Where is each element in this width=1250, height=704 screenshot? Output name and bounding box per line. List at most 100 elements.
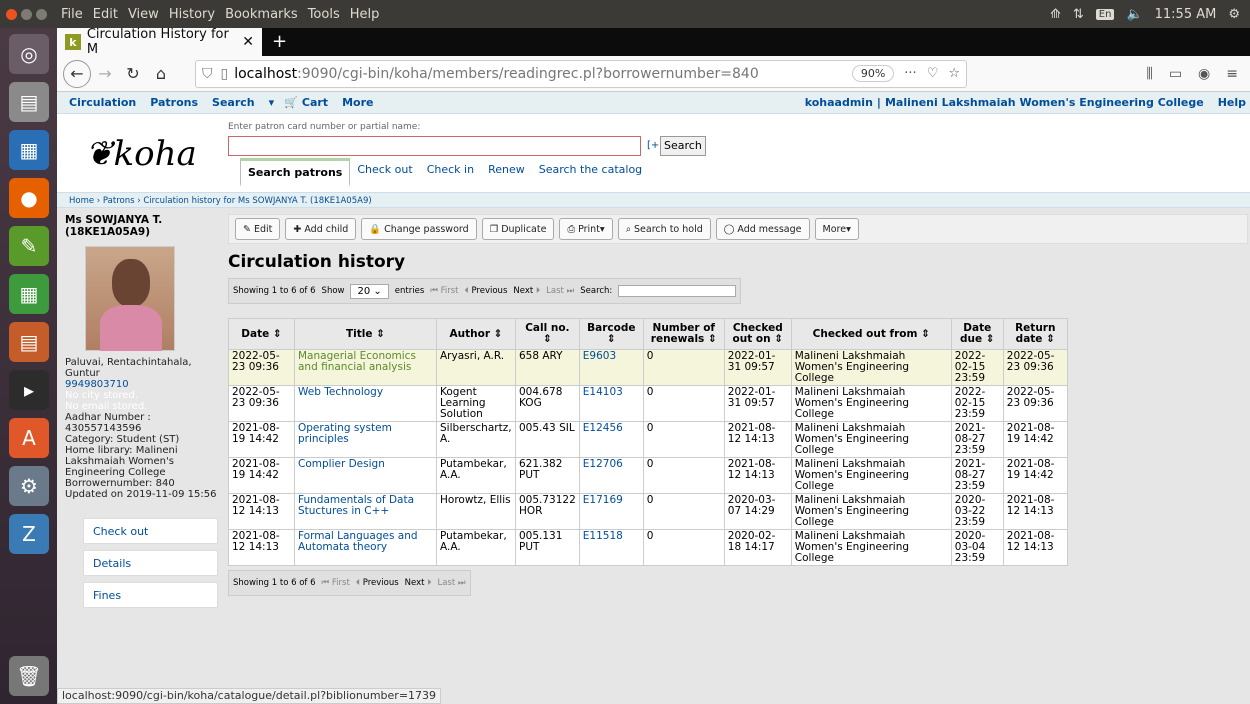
tab-search-patrons[interactable]: Search patrons <box>240 158 351 187</box>
settings-gear-icon[interactable]: ⚙ <box>1228 7 1240 22</box>
col-return-date[interactable]: Return date ⇕ <box>1002 318 1068 350</box>
title-link[interactable]: Managerial Economics and financial analy… <box>298 350 416 373</box>
title-link[interactable]: Operating system principles <box>298 422 392 445</box>
edit-button[interactable]: ✎ Edit <box>235 218 281 240</box>
col-date[interactable]: Date ⇕ <box>228 318 295 350</box>
add-child-button[interactable]: ✚ Add child <box>285 218 357 240</box>
menu-edit[interactable]: Edit <box>93 7 118 22</box>
reload-icon[interactable]: ↻ <box>119 60 147 88</box>
barcode-link[interactable]: E9603 <box>583 350 616 362</box>
barcode-link[interactable]: E11518 <box>583 530 623 542</box>
keyboard-layout[interactable]: En <box>1095 8 1115 20</box>
close-tab-icon[interactable]: ✕ <box>242 34 254 50</box>
menu-help[interactable]: Help <box>350 7 380 22</box>
page-actions-icon[interactable]: ··· <box>904 66 916 81</box>
new-tab-icon[interactable]: + <box>272 31 287 52</box>
sidenav-fines[interactable]: Fines <box>83 582 218 608</box>
sidebar-icon[interactable]: ▭ <box>1169 66 1182 82</box>
library-icon[interactable]: ⫼ <box>1146 66 1152 82</box>
barcode-link[interactable]: E17169 <box>583 494 623 506</box>
first-page-button[interactable]: ⏮ First <box>430 286 458 296</box>
col-call-no[interactable]: Call no. ⇕ <box>515 318 580 350</box>
breadcrumb-patrons[interactable]: Patrons <box>103 196 135 206</box>
col-date-due[interactable]: Date due ⇕ <box>950 318 1004 350</box>
browser-tab[interactable]: k Circulation History for M ✕ <box>57 27 262 57</box>
presentation-icon[interactable]: ▤ <box>9 322 49 362</box>
col-checked-out-on[interactable]: Checked out on ⇕ <box>723 318 792 350</box>
system-settings-icon[interactable]: ⚙ <box>9 466 49 506</box>
menu-bookmarks[interactable]: Bookmarks <box>225 7 298 22</box>
logged-in-user[interactable]: kohaadmin <box>805 96 873 109</box>
sidenav-check-out[interactable]: Check out <box>83 518 218 544</box>
nav-cart[interactable]: Cart <box>302 96 328 109</box>
nav-search[interactable]: Search <box>212 96 255 109</box>
zoom-level[interactable]: 90% <box>851 65 895 82</box>
col-author[interactable]: Author ⇕ <box>436 318 516 350</box>
title-link[interactable]: Web Technology <box>298 386 383 398</box>
leaf-app-icon[interactable]: ✎ <box>9 226 49 266</box>
menu-history[interactable]: History <box>169 7 215 22</box>
tab-search-catalog[interactable]: Search the catalog <box>532 158 649 187</box>
change-password-button[interactable]: 🔒 Change password <box>361 218 477 240</box>
search-button[interactable]: Search <box>660 136 706 156</box>
spreadsheet-icon[interactable]: ▦ <box>9 274 49 314</box>
menu-tools[interactable]: Tools <box>308 7 340 22</box>
next-page-button[interactable]: Next ⏵ <box>513 286 540 296</box>
account-icon[interactable]: ◉ <box>1198 66 1210 82</box>
software-center-icon[interactable]: A <box>9 418 49 458</box>
title-link[interactable]: Formal Languages and Automata theory <box>298 530 418 553</box>
tab-check-in[interactable]: Check in <box>420 158 481 187</box>
sidenav-details[interactable]: Details <box>83 550 218 576</box>
home-icon[interactable]: ⌂ <box>147 60 175 88</box>
duplicate-button[interactable]: ❐ Duplicate <box>481 218 555 240</box>
patron-phone[interactable]: 9949803710 <box>65 379 221 390</box>
bookmark-star-icon[interactable]: ☆ <box>948 66 960 81</box>
col-barcode[interactable]: Barcode ⇕ <box>578 318 644 350</box>
last-page-button-bottom[interactable]: Last ⏭ <box>437 578 465 588</box>
title-link[interactable]: Fundamentals of Data Stuctures in C++ <box>298 494 414 517</box>
barcode-link[interactable]: E12456 <box>583 422 623 434</box>
entries-select[interactable]: 20 ⌄ <box>350 283 389 299</box>
trash-icon[interactable]: 🗑 <box>9 656 49 696</box>
col-checked-out-from[interactable]: Checked out from ⇕ <box>790 318 952 350</box>
tab-check-out[interactable]: Check out <box>350 158 419 187</box>
menu-file[interactable]: File <box>61 7 83 22</box>
terminal-icon[interactable]: ▸ <box>9 370 49 410</box>
page-info-icon[interactable]: ▯ <box>221 66 229 82</box>
shield-icon[interactable]: ⛉ <box>202 66 213 82</box>
nav-more[interactable]: More <box>342 96 373 109</box>
col-title[interactable]: Title ⇕ <box>294 318 437 350</box>
first-page-button-bottom[interactable]: ⏮ First <box>322 578 350 588</box>
title-link[interactable]: Complier Design <box>298 458 385 470</box>
volume-icon[interactable]: 🔈 <box>1126 7 1142 22</box>
breadcrumb-home[interactable]: Home <box>69 196 94 206</box>
library-selector[interactable]: Malineni Lakshmaiah Women's Engineering … <box>885 96 1204 109</box>
barcode-link[interactable]: E12706 <box>583 458 623 470</box>
col-renewals[interactable]: Number of renewals ⇕ <box>642 318 725 350</box>
url-bar[interactable]: ⛉ ▯ localhost:9090/cgi-bin/koha/members/… <box>195 59 967 88</box>
hamburger-menu-icon[interactable]: ≡ <box>1226 66 1238 82</box>
previous-page-button[interactable]: ⏴ Previous <box>465 286 508 296</box>
previous-page-button-bottom[interactable]: ⏴ Previous <box>356 578 399 588</box>
nav-search-dropdown-icon[interactable]: ▾ <box>269 96 275 109</box>
help-link[interactable]: Help <box>1218 96 1246 109</box>
maximize-window-icon[interactable] <box>36 8 47 20</box>
transfer-icon[interactable]: ⇅ <box>1073 7 1084 22</box>
firefox-icon[interactable]: ● <box>9 178 49 218</box>
patron-search-input[interactable] <box>228 136 641 156</box>
barcode-link[interactable]: E14103 <box>583 386 623 398</box>
menu-view[interactable]: View <box>128 7 159 22</box>
print-button[interactable]: ⎙ Print ▾ <box>559 218 613 240</box>
network-icon[interactable]: ⟰ <box>1050 7 1061 22</box>
close-window-icon[interactable] <box>6 8 17 20</box>
dash-icon[interactable]: ◎ <box>9 34 49 74</box>
table-search-input[interactable] <box>618 285 737 297</box>
back-icon[interactable]: ← <box>63 59 91 88</box>
clock[interactable]: 11:55 AM <box>1155 7 1217 22</box>
search-to-hold-button[interactable]: ⌕ Search to hold <box>617 218 711 240</box>
cart-icon[interactable]: 🛒 <box>284 96 298 109</box>
nav-patrons[interactable]: Patrons <box>150 96 198 109</box>
add-message-button[interactable]: ◯ Add message <box>715 218 810 240</box>
koha-logo[interactable]: ❦koha <box>85 134 197 174</box>
more-button[interactable]: More ▾ <box>814 218 859 240</box>
